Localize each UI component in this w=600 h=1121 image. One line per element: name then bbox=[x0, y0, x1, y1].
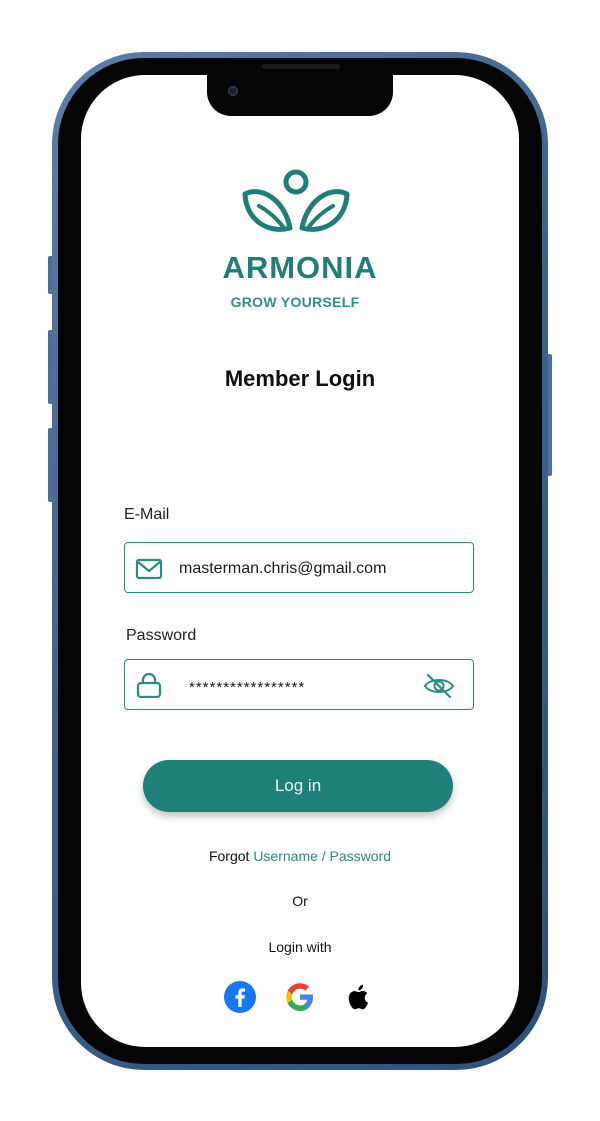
brand-tagline: GROW YOURSELF bbox=[230, 294, 360, 310]
login-button[interactable]: Log in bbox=[143, 760, 453, 812]
apple-icon[interactable] bbox=[341, 980, 375, 1014]
email-field[interactable]: masterman.chris@gmail.com bbox=[124, 542, 474, 593]
device-mockup: ARMONIA GROW YOURSELF Member Login E-Mai… bbox=[0, 0, 600, 1121]
password-field[interactable]: ***************** bbox=[124, 659, 474, 710]
password-label: Password bbox=[126, 627, 197, 644]
lock-icon bbox=[136, 672, 162, 698]
social-login-heading: Login with bbox=[268, 939, 332, 955]
email-value: masterman.chris@gmail.com bbox=[179, 560, 387, 577]
google-icon[interactable] bbox=[283, 980, 317, 1014]
armonia-leaf-logo bbox=[242, 169, 350, 232]
mail-icon bbox=[135, 558, 163, 580]
forgot-username-password-link[interactable]: Username / Password bbox=[253, 848, 391, 864]
eye-off-icon[interactable] bbox=[423, 673, 455, 699]
facebook-icon[interactable] bbox=[223, 980, 257, 1014]
speaker-grille bbox=[262, 64, 340, 69]
forgot-credentials: Forgot Username / Password bbox=[150, 848, 450, 864]
or-divider: Or bbox=[292, 893, 308, 909]
front-camera bbox=[228, 86, 238, 96]
forgot-prefix: Forgot bbox=[208, 848, 250, 864]
page-title: Member Login bbox=[224, 366, 376, 391]
password-value: ***************** bbox=[189, 679, 306, 696]
brand-name: ARMONIA bbox=[222, 250, 378, 285]
email-label: E-Mail bbox=[124, 506, 170, 523]
